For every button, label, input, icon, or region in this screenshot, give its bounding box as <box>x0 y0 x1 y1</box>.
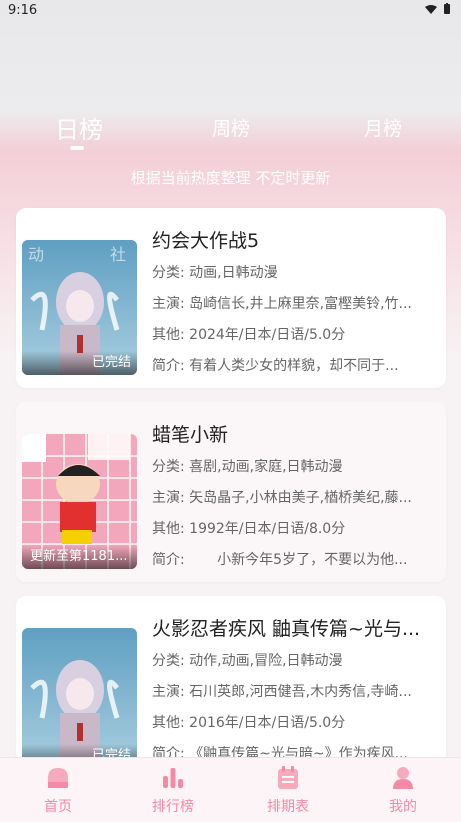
item-intro: 简介: 有着人类少女的样貌，却不同于... <box>152 355 438 376</box>
profile-icon <box>393 767 413 789</box>
ranking-item[interactable]: 动 社 已完结 约会大作战5 分类: 动画,日韩动漫 主演: 岛崎信长,井上麻里… <box>16 208 446 388</box>
other-label: 其他: <box>152 327 185 343</box>
intro-value: 小新今年5岁了，不要以为他... <box>189 552 408 568</box>
item-other: 其他: 2016年/日本/日语/5.0分 <box>152 712 438 733</box>
item-category: 分类: 喜剧,动画,家庭,日韩动漫 <box>152 456 438 477</box>
other-value: 2024年/日本/日语/5.0分 <box>189 327 346 343</box>
tab-daily[interactable]: 日榜 <box>48 110 110 145</box>
page-subtitle: 根据当前热度整理 不定时更新 <box>130 169 331 187</box>
wifi-icon <box>424 5 437 14</box>
cast-label: 主演: <box>152 490 185 506</box>
item-cast: 主演: 岛崎信长,井上麻里奈,富樫美铃,竹... <box>152 293 438 314</box>
nav-schedule-label: 排期表 <box>267 799 309 815</box>
nav-home-label: 首页 <box>44 799 72 815</box>
category-value: 喜剧,动画,家庭,日韩动漫 <box>189 459 343 475</box>
cast-value: 岛崎信长,井上麻里奈,富樫美铃,竹... <box>189 296 412 312</box>
nav-ranking[interactable]: 排行榜 <box>133 764 213 816</box>
category-value: 动画,日韩动漫 <box>189 265 278 281</box>
poster-image[interactable]: 动 社 已完结 <box>22 240 137 375</box>
ranking-item[interactable]: 更新至第1181... 蜡笔小新 分类: 喜剧,动画,家庭,日韩动漫 主演: 矢… <box>16 402 446 582</box>
cast-value: 石川英郎,河西健吾,木内秀信,寺崎... <box>189 684 412 700</box>
home-icon <box>48 768 68 788</box>
item-cast: 主演: 石川英郎,河西健吾,木内秀信,寺崎... <box>152 681 438 702</box>
item-info: 火影忍者疾风 鼬真传篇~光与... 分类: 动作,动画,冒险,日韩动漫 主演: … <box>152 614 438 764</box>
nav-home[interactable]: 首页 <box>18 764 98 816</box>
poster-image[interactable]: 已完结 <box>22 628 137 768</box>
category-label: 分类: <box>152 265 185 281</box>
svg-text:动: 动 <box>28 245 44 264</box>
status-icons <box>424 3 452 18</box>
ranking-tabs: 日榜 周榜 月榜 <box>0 108 461 158</box>
status-bar: 9:16 <box>0 0 461 22</box>
nav-profile[interactable]: 我的 <box>363 764 443 816</box>
cast-label: 主演: <box>152 296 185 312</box>
item-other: 其他: 2024年/日本/日语/5.0分 <box>152 324 438 345</box>
cast-label: 主演: <box>152 684 185 700</box>
status-badge: 更新至第1181... <box>22 545 137 569</box>
other-label: 其他: <box>152 521 185 537</box>
item-info: 约会大作战5 分类: 动画,日韩动漫 主演: 岛崎信长,井上麻里奈,富樫美铃,竹… <box>152 226 438 376</box>
item-intro: 简介: 小新今年5岁了，不要以为他... <box>152 549 438 570</box>
svg-text:社: 社 <box>110 245 126 264</box>
intro-label: 简介: <box>152 552 185 568</box>
schedule-icon <box>278 766 298 789</box>
item-title[interactable]: 蜡笔小新 <box>152 420 438 446</box>
item-category: 分类: 动画,日韩动漫 <box>152 262 438 283</box>
tab-weekly[interactable]: 周榜 <box>200 114 262 141</box>
item-info: 蜡笔小新 分类: 喜剧,动画,家庭,日韩动漫 主演: 矢岛晶子,小林由美子,楢桥… <box>152 420 438 570</box>
category-label: 分类: <box>152 653 185 669</box>
category-value: 动作,动画,冒险,日韩动漫 <box>189 653 343 669</box>
category-label: 分类: <box>152 459 185 475</box>
other-value: 1992年/日本/日语/8.0分 <box>189 521 346 537</box>
intro-label: 简介: <box>152 358 185 374</box>
bottom-navigation: 首页 排行榜 排期表 我的 <box>0 757 461 822</box>
ranking-icon <box>163 768 183 788</box>
intro-value: 有着人类少女的样貌，却不同于... <box>189 358 399 374</box>
tab-indicator <box>70 146 84 150</box>
item-title[interactable]: 约会大作战5 <box>152 226 438 252</box>
item-other: 其他: 1992年/日本/日语/8.0分 <box>152 518 438 539</box>
status-badge: 已完结 <box>22 351 137 375</box>
battery-icon <box>444 3 450 14</box>
nav-schedule[interactable]: 排期表 <box>248 764 328 816</box>
ranking-item[interactable]: 已完结 火影忍者疾风 鼬真传篇~光与... 分类: 动作,动画,冒险,日韩动漫 … <box>16 596 446 768</box>
tab-monthly[interactable]: 月榜 <box>352 114 414 141</box>
nav-profile-label: 我的 <box>389 799 417 815</box>
other-label: 其他: <box>152 715 185 731</box>
status-time: 9:16 <box>8 3 38 18</box>
item-category: 分类: 动作,动画,冒险,日韩动漫 <box>152 650 438 671</box>
item-cast: 主演: 矢岛晶子,小林由美子,楢桥美纪,藤... <box>152 487 438 508</box>
other-value: 2016年/日本/日语/5.0分 <box>189 715 346 731</box>
cast-value: 矢岛晶子,小林由美子,楢桥美纪,藤... <box>189 490 412 506</box>
poster-image[interactable]: 更新至第1181... <box>22 434 137 569</box>
nav-ranking-label: 排行榜 <box>152 799 194 815</box>
item-title[interactable]: 火影忍者疾风 鼬真传篇~光与... <box>152 614 438 640</box>
